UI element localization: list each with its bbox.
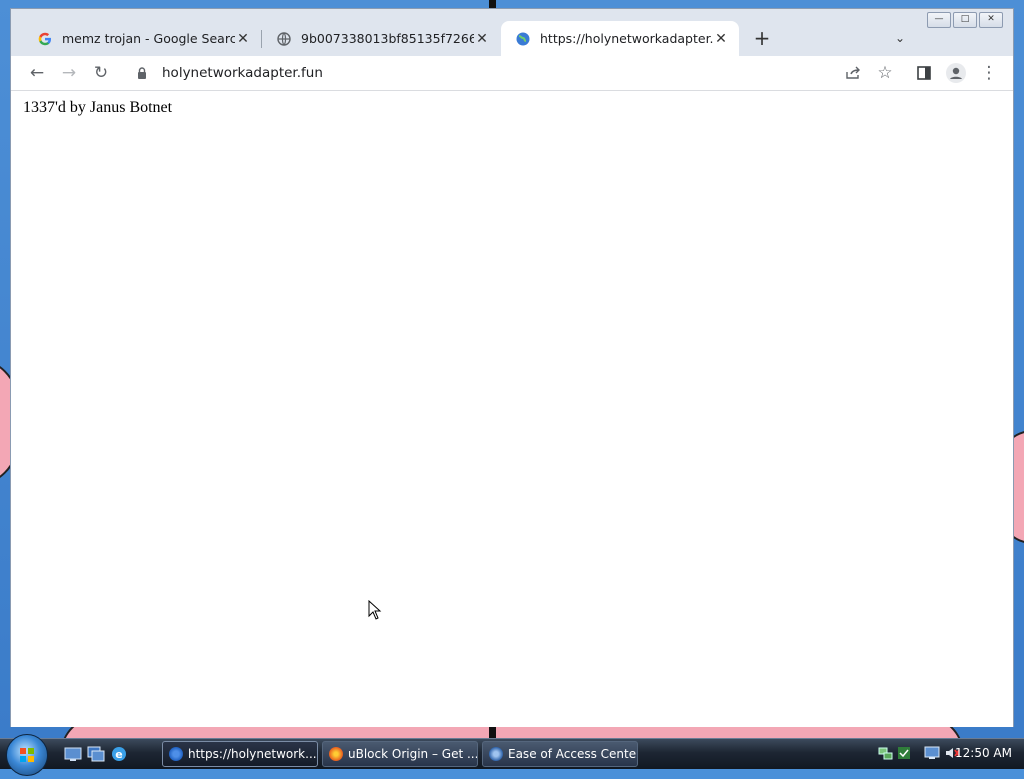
mouse-cursor-icon (368, 600, 382, 620)
new-tab-button[interactable]: + (750, 27, 774, 51)
system-tray: 12:50 AM (864, 739, 1024, 769)
taskbar-button-chrome[interactable]: https://holynetwork... (162, 741, 318, 767)
reload-icon[interactable]: ↻ (91, 63, 111, 83)
chrome-icon (169, 747, 183, 761)
windows-update-icon[interactable] (896, 745, 912, 761)
svg-text:e: e (115, 748, 122, 761)
taskbar-button-label: uBlock Origin – Get ... (348, 747, 478, 761)
share-icon[interactable] (843, 63, 863, 83)
internet-explorer-icon[interactable]: e (110, 745, 128, 763)
windows-logo-icon (20, 748, 34, 762)
globe-icon (276, 31, 292, 47)
taskbar-button-label: Ease of Access Center (508, 747, 638, 761)
page-content: 1337'd by Janus Botnet (11, 91, 1013, 727)
url-text: holynetworkadapter.fun (162, 65, 323, 81)
ease-of-access-icon (489, 747, 503, 761)
switch-windows-icon[interactable] (87, 745, 105, 763)
page-message: 1337'd by Janus Botnet (23, 99, 173, 116)
start-button[interactable] (6, 734, 48, 776)
side-panel-icon[interactable] (914, 63, 934, 83)
close-icon[interactable]: ✕ (474, 31, 490, 47)
menu-kebab-icon[interactable]: ⋮ (979, 63, 999, 83)
tab-google-search[interactable]: memz trojan - Google Search ✕ (23, 21, 261, 56)
close-icon[interactable]: ✕ (235, 31, 251, 47)
tab-title: 9b007338013bf85135f72663946 (301, 31, 474, 46)
address-bar[interactable]: holynetworkadapter.fun (129, 59, 879, 87)
taskbar-button-firefox[interactable]: uBlock Origin – Get ... (322, 741, 478, 767)
bookmark-star-icon[interactable]: ☆ (875, 63, 895, 83)
taskbar: e https://holynetwork... uBlock Origin –… (0, 734, 1024, 776)
taskbar-button-ease-of-access[interactable]: Ease of Access Center (482, 741, 638, 767)
browser-toolbar: ← → ↻ holynetworkadapter.fun ☆ ⋮ (11, 56, 1013, 91)
profile-icon[interactable] (946, 63, 966, 83)
show-desktop-icon[interactable] (64, 745, 82, 763)
back-icon[interactable]: ← (27, 63, 47, 83)
lock-icon (135, 67, 149, 79)
google-icon (37, 31, 53, 47)
tab-strip: memz trojan - Google Search ✕ 9b00733801… (11, 18, 1013, 56)
tab-hash-page[interactable]: 9b007338013bf85135f72663946 ✕ (262, 21, 500, 56)
globe-icon (515, 31, 531, 47)
tab-title: https://holynetworkadapter.fun (540, 31, 713, 46)
chevron-down-icon[interactable]: ⌄ (895, 31, 905, 45)
forward-icon[interactable]: → (59, 63, 79, 83)
browser-window: — □ ✕ memz trojan - Google Search ✕ 9b00… (10, 8, 1014, 727)
taskbar-button-label: https://holynetwork... (188, 747, 317, 761)
close-icon[interactable]: ✕ (713, 31, 729, 47)
tab-holynetworkadapter[interactable]: https://holynetworkadapter.fun ✕ (501, 21, 739, 56)
firefox-icon (329, 747, 343, 761)
display-icon[interactable] (924, 745, 940, 761)
clock[interactable]: 12:50 AM (955, 746, 1012, 760)
network-icon[interactable] (878, 745, 894, 761)
tab-title: memz trojan - Google Search (62, 31, 235, 46)
